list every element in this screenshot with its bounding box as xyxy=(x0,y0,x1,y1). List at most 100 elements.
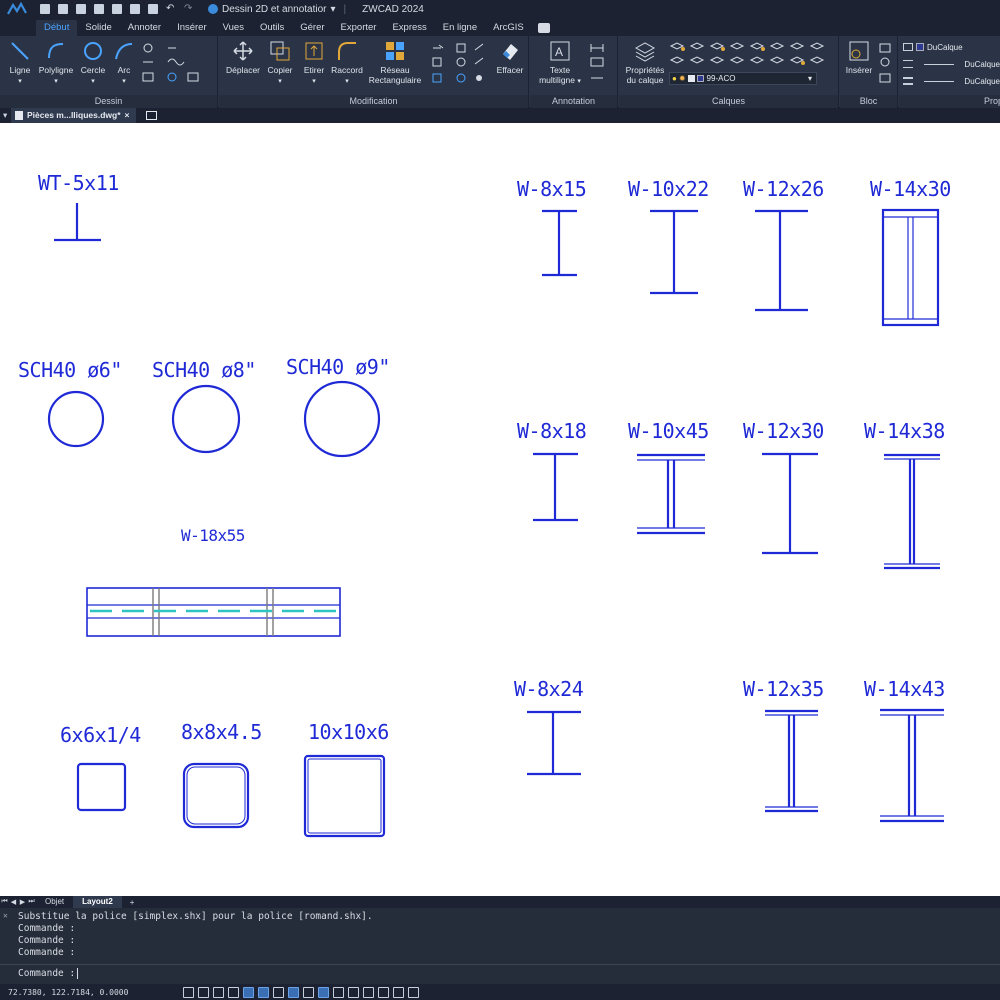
w-14x38-section[interactable] xyxy=(884,453,940,570)
layer-dropdown[interactable]: ● ✹ 99-ACO ▾ xyxy=(669,72,817,85)
lineweight-toggle-icon[interactable] xyxy=(303,986,314,998)
units-icon[interactable] xyxy=(363,986,374,998)
tab-objet[interactable]: Objet xyxy=(36,896,73,908)
erase-button[interactable]: Effacer xyxy=(493,40,527,75)
w-12x26-section[interactable] xyxy=(755,209,808,312)
array-button[interactable]: Réseau Rectangulaire xyxy=(367,40,423,85)
save-as-icon[interactable] xyxy=(94,4,104,14)
wt-5x11-section[interactable] xyxy=(54,203,101,242)
close-icon[interactable]: ✕ xyxy=(3,911,8,920)
line-icon xyxy=(11,42,29,60)
command-input[interactable]: Commande : xyxy=(0,964,1000,982)
w-8x24-section[interactable] xyxy=(527,710,581,776)
lineweight-dropdown[interactable]: DuCalque xyxy=(903,75,1000,87)
pipe-sch40-8-section[interactable] xyxy=(171,384,241,454)
next-layout-icon[interactable]: ▶ xyxy=(18,898,27,906)
tab-solide[interactable]: Solide xyxy=(77,20,119,36)
tab-arcgis[interactable]: ArcGIS xyxy=(485,20,532,36)
prev-layout-icon[interactable]: ◀ xyxy=(9,898,18,906)
selection-cycling-icon[interactable] xyxy=(333,986,344,998)
tab-debut[interactable]: Début xyxy=(36,20,78,36)
color-swatch xyxy=(916,43,924,51)
move-button[interactable]: Déplacer xyxy=(223,40,263,75)
w-8x15-section[interactable] xyxy=(542,209,577,277)
linetype-dropdown[interactable]: DuCalque xyxy=(903,58,1000,70)
insert-block-button[interactable]: Insérer xyxy=(842,40,876,75)
w-18x55-elevation[interactable] xyxy=(86,587,341,637)
pipe-sch40-9-section[interactable] xyxy=(303,380,381,458)
ducs-icon[interactable] xyxy=(273,986,284,998)
color-dropdown[interactable]: DuCalque xyxy=(903,41,1000,53)
block-tools[interactable] xyxy=(878,42,894,90)
dynamic-input-icon[interactable] xyxy=(288,986,299,998)
w-12x30-section[interactable] xyxy=(762,452,818,555)
layers-icon[interactable] xyxy=(148,4,158,14)
annotation-tools[interactable] xyxy=(590,42,614,90)
drawing-area[interactable]: WT-5x11 W-8x15 W-10x22 W-12x26 W-14x30 S… xyxy=(0,123,1000,896)
snap-icon[interactable] xyxy=(198,986,209,998)
erase-label: Effacer xyxy=(496,65,524,75)
fullscreen-icon[interactable] xyxy=(408,986,419,998)
grid-icon[interactable] xyxy=(183,986,194,998)
add-layout-icon[interactable]: + xyxy=(122,898,143,907)
eraser-icon xyxy=(503,44,518,60)
new-file-icon[interactable] xyxy=(40,4,50,14)
tab-annoter[interactable]: Annoter xyxy=(120,20,169,36)
w-10x22-section[interactable] xyxy=(650,209,698,295)
new-document-icon[interactable] xyxy=(145,111,157,120)
w-8x18-section[interactable] xyxy=(533,452,578,522)
w-10x45-section[interactable] xyxy=(637,453,705,535)
print-icon[interactable] xyxy=(112,4,122,14)
redo-icon[interactable]: ↷ xyxy=(184,4,194,14)
tab-en-ligne[interactable]: En ligne xyxy=(435,20,485,36)
open-file-icon[interactable] xyxy=(58,4,68,14)
osnap-icon[interactable] xyxy=(243,986,254,998)
chevron-down-icon[interactable]: ▾ xyxy=(3,110,11,121)
tab-gerer[interactable]: Gérer xyxy=(292,20,332,36)
copy-button[interactable]: Copier ▾ xyxy=(263,40,297,87)
annotation-monitor-icon[interactable] xyxy=(348,986,359,998)
first-layout-icon[interactable]: ⏮ xyxy=(0,898,9,906)
save-icon[interactable] xyxy=(76,4,86,14)
ortho-icon[interactable] xyxy=(213,986,224,998)
layer-tools-row[interactable] xyxy=(669,40,833,70)
tab-outils[interactable]: Outils xyxy=(252,20,292,36)
layer-properties-button[interactable]: Propriétés du calque xyxy=(621,40,669,85)
polyline-button[interactable]: Polyligne ▾ xyxy=(36,40,76,87)
tab-layout2[interactable]: Layout2 xyxy=(73,896,122,908)
close-icon[interactable]: × xyxy=(125,108,130,123)
undo-icon[interactable]: ↶ xyxy=(166,4,176,14)
line-button[interactable]: Ligne ▾ xyxy=(4,40,36,87)
tab-exporter[interactable]: Exporter xyxy=(333,20,385,36)
pipe-sch40-6-section[interactable] xyxy=(47,390,105,448)
circle-button[interactable]: Cercle ▾ xyxy=(78,40,108,87)
otrack-icon[interactable] xyxy=(258,986,269,998)
modify-tools-grid[interactable] xyxy=(431,42,489,90)
workspace-selector[interactable]: Dessin 2D et annotatior ▾ xyxy=(208,4,336,15)
quick-properties-icon[interactable] xyxy=(378,986,389,998)
last-layout-icon[interactable]: ⏭ xyxy=(27,898,36,906)
zwcad-logo-icon[interactable] xyxy=(0,0,34,18)
polar-icon[interactable] xyxy=(228,986,239,998)
hss-6x6-section[interactable] xyxy=(76,762,127,812)
tab-inserer[interactable]: Insérer xyxy=(169,20,215,36)
tab-express[interactable]: Express xyxy=(384,20,434,36)
ribbon-toggle-icon[interactable] xyxy=(537,23,550,33)
stretch-button[interactable]: Etirer ▾ xyxy=(299,40,329,87)
hss-8x8-section[interactable] xyxy=(182,762,250,829)
fillet-button[interactable]: Raccord ▾ xyxy=(329,40,365,87)
document-tab[interactable]: Pièces m...lliques.dwg* × xyxy=(11,108,136,123)
w-12x35-section[interactable] xyxy=(765,709,818,813)
move-icon xyxy=(233,41,253,61)
w-14x43-section[interactable] xyxy=(880,708,944,823)
tab-vues[interactable]: Vues xyxy=(215,20,252,36)
isolate-icon[interactable] xyxy=(393,986,404,998)
arc-button[interactable]: Arc ▾ xyxy=(110,40,138,87)
w-14x30-section[interactable] xyxy=(881,208,940,327)
mtext-button[interactable]: A Texte multiligne ▾ xyxy=(534,40,586,87)
hss-10x10-section[interactable] xyxy=(303,754,386,838)
color-wheel-icon xyxy=(903,43,913,51)
transparency-icon[interactable] xyxy=(318,986,329,998)
preview-icon[interactable] xyxy=(130,4,140,14)
draw-tools-grid[interactable] xyxy=(142,42,214,90)
